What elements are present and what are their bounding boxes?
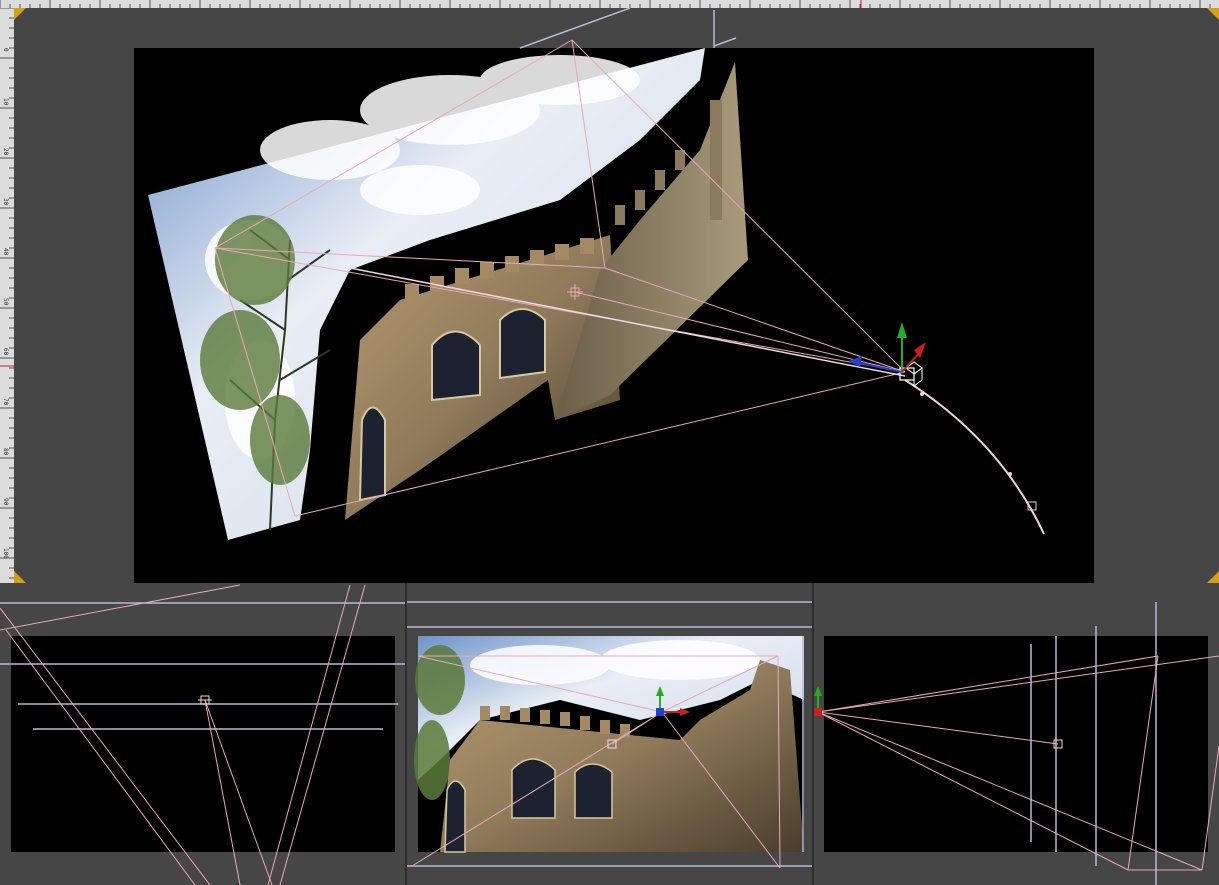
left-ruler-label: 80: [2, 448, 9, 456]
left-ruler-label: 0: [2, 48, 9, 52]
left-ruler-label: 50: [2, 298, 9, 306]
camera-scene: [407, 601, 812, 869]
corner-marker-top-left: [14, 8, 26, 20]
left-ruler-label: 60: [2, 348, 9, 356]
left-ruler-label: 10: [2, 98, 9, 106]
camera-viewport[interactable]: [407, 583, 812, 885]
top-ruler-ticks: [0, 0, 1211, 8]
front-viewport[interactable]: [0, 583, 405, 885]
left-ruler-label: 90: [2, 498, 9, 506]
front-scene: [0, 584, 405, 885]
left-ruler-label: 20: [2, 148, 9, 156]
side-viewport[interactable]: [814, 583, 1219, 885]
side-axis-icon: [814, 686, 822, 716]
bottom-viewports: [0, 583, 1219, 885]
corner-marker-top-right: [1207, 8, 1219, 20]
perspective-scene: [14, 8, 1219, 583]
view-guide-lines: [519, 8, 737, 49]
perspective-viewport[interactable]: [14, 8, 1219, 583]
corner-marker-bottom-right: [1207, 571, 1219, 583]
left-ruler[interactable]: 0 10 20 30 40 50 60 70 80 90 100: [0, 8, 15, 583]
left-ruler-ticks: [0, 8, 14, 579]
corner-marker-bottom-left: [14, 571, 26, 583]
front-render-frame: [11, 636, 395, 852]
left-ruler-label: 30: [2, 198, 9, 206]
left-ruler-label: 100: [2, 548, 9, 559]
left-ruler-label: 70: [2, 398, 9, 406]
side-scene: [814, 602, 1219, 885]
left-ruler-label: 40: [2, 248, 9, 256]
